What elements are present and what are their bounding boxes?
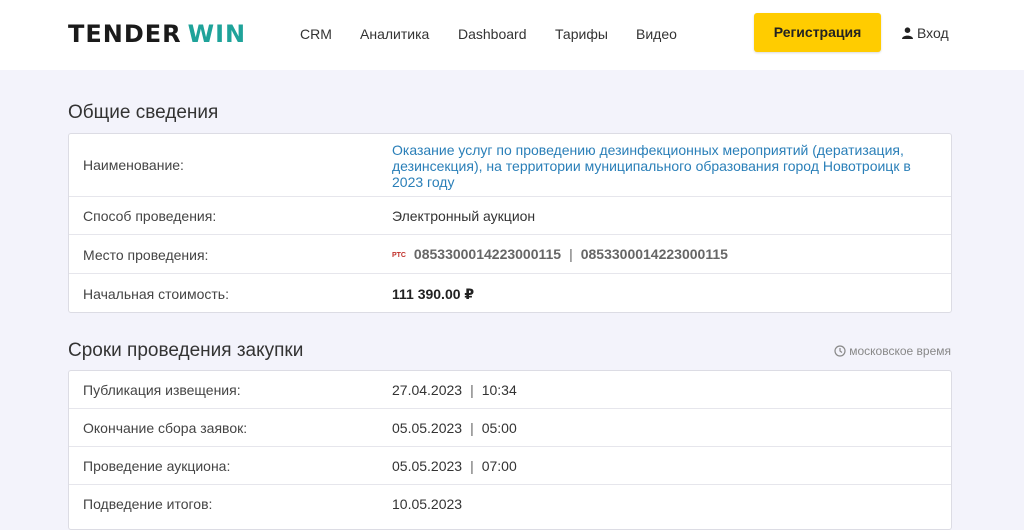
purchase-number-1[interactable]: 0853300014223000115 bbox=[414, 246, 561, 262]
terms-separator: | bbox=[470, 458, 474, 474]
terms-time: 10:34 bbox=[481, 382, 517, 398]
tender-name-link[interactable]: Оказание услуг по проведению дезинфекцио… bbox=[392, 142, 932, 190]
terms-separator: | bbox=[470, 382, 474, 398]
login-link[interactable]: Вход bbox=[902, 23, 949, 43]
terms-row: Окончание сбора заявок: 05.05.2023 | 05:00 bbox=[69, 409, 951, 447]
terms-key: Публикация извещения: bbox=[83, 382, 241, 398]
terms-key: Окончание сбора заявок: bbox=[83, 420, 248, 436]
timezone-label: московское время bbox=[849, 344, 951, 358]
terms-value: 27.04.2023 | 10:34 bbox=[392, 382, 517, 398]
price-key: Начальная стоимость: bbox=[83, 286, 229, 302]
timezone-note: московское время bbox=[834, 343, 951, 359]
nav-item-video[interactable]: Видео bbox=[636, 24, 677, 44]
terms-date: 05.05.2023 bbox=[392, 420, 463, 436]
info-row-price: Начальная стоимость: 111 390.00 ₽ bbox=[69, 274, 951, 312]
name-key: Наименование: bbox=[83, 157, 184, 173]
terms-separator: | bbox=[470, 420, 474, 436]
method-value: Электронный аукцион bbox=[392, 208, 536, 224]
purchase-number-2[interactable]: 0853300014223000115 bbox=[581, 246, 728, 262]
nav-item-crm[interactable]: CRM bbox=[300, 24, 332, 44]
tenderwin-logo[interactable]: TENDER WIN bbox=[68, 20, 246, 48]
terms-title: Сроки проведения закупки bbox=[68, 340, 304, 361]
terms-row: Проведение аукциона: 05.05.2023 | 07:00 bbox=[69, 447, 951, 485]
place-separator: | bbox=[569, 246, 573, 262]
terms-key: Проведение аукциона: bbox=[83, 458, 231, 474]
place-value: РТС 0853300014223000115 | 08533000142230001… bbox=[392, 246, 728, 262]
terms-value: 10.05.2023 bbox=[392, 496, 463, 512]
terms-value: 05.05.2023 | 05:00 bbox=[392, 420, 517, 436]
nav-item-tariffs[interactable]: Тарифы bbox=[555, 24, 608, 44]
terms-card: Публикация извещения: 27.04.2023 | 10:34 О… bbox=[68, 370, 952, 530]
terms-row: Подведение итогов: 10.05.2023 bbox=[69, 485, 951, 523]
info-row-name: Наименование: Оказание услуг по проведен… bbox=[69, 134, 951, 197]
general-info-title: Общие сведения bbox=[68, 102, 219, 123]
price-value: 111 390.00 ₽ bbox=[392, 286, 475, 302]
logo-text-tender: TENDER bbox=[68, 20, 182, 48]
terms-time: 05:00 bbox=[481, 420, 517, 436]
method-key: Способ проведения: bbox=[83, 208, 217, 224]
terms-time: 07:00 bbox=[481, 458, 517, 474]
login-label: Вход bbox=[917, 25, 949, 41]
terms-value: 05.05.2023 | 07:00 bbox=[392, 458, 517, 474]
general-info-card: Наименование: Оказание услуг по проведен… bbox=[68, 133, 952, 313]
terms-date: 05.05.2023 bbox=[392, 458, 463, 474]
terms-date: 27.04.2023 bbox=[392, 382, 463, 398]
register-button[interactable]: Регистрация bbox=[754, 13, 881, 52]
top-header: TENDER WIN CRM Аналитика Dashboard Тарифы… bbox=[0, 0, 1024, 70]
rts-platform-icon: РТС bbox=[392, 252, 406, 259]
clock-icon bbox=[834, 345, 846, 357]
nav-item-analytics[interactable]: Аналитика bbox=[360, 24, 429, 44]
user-icon bbox=[902, 27, 913, 39]
place-key: Место проведения: bbox=[83, 247, 209, 263]
info-row-method: Способ проведения: Электронный аукцион bbox=[69, 197, 951, 235]
info-row-place: Место проведения: РТС 0853300014223000115… bbox=[69, 235, 951, 274]
logo-text-win: WIN bbox=[187, 20, 247, 48]
nav-item-dashboard[interactable]: Dashboard bbox=[458, 24, 527, 44]
terms-row: Публикация извещения: 27.04.2023 | 10:34 bbox=[69, 371, 951, 409]
terms-key: Подведение итогов: bbox=[83, 496, 213, 512]
